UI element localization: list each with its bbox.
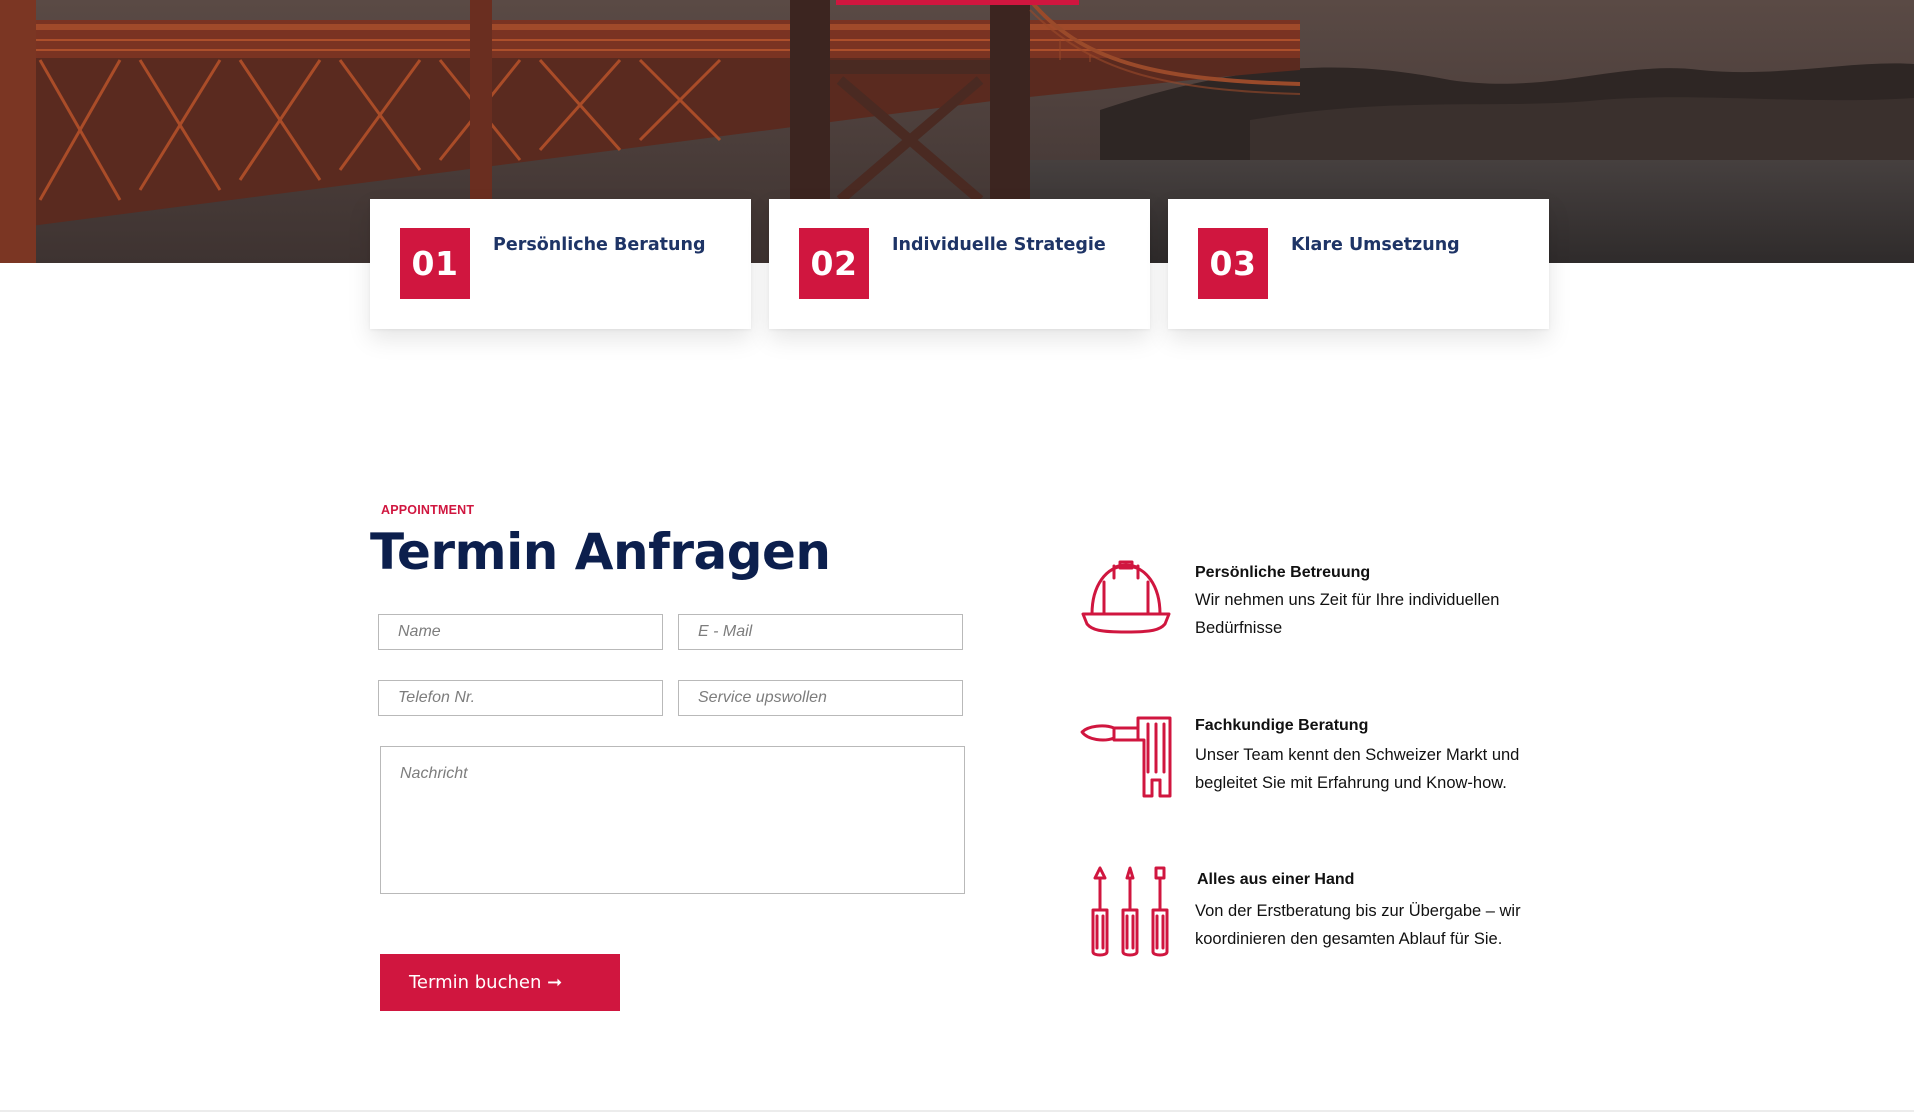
benefit-title: Fachkundige Beratung	[1195, 717, 1369, 734]
feature-card-1: 01 Persönliche Beratung	[370, 199, 751, 329]
feature-card-2: 02 Individuelle Strategie	[769, 199, 1150, 329]
page-title: Termin Anfragen	[370, 523, 831, 581]
name-input[interactable]	[378, 614, 663, 650]
benefit-title: Alles aus einer Hand	[1197, 871, 1355, 888]
feature-title: Persönliche Beratung	[493, 235, 706, 255]
feature-number: 03	[1198, 228, 1268, 299]
benefit-title: Persönliche Betreuung	[1195, 564, 1371, 581]
feature-title: Klare Umsetzung	[1291, 235, 1460, 255]
book-appointment-button[interactable]: Termin buchen ➞	[380, 954, 620, 1011]
screwdrivers-icon	[1091, 866, 1169, 957]
feature-title: Individuelle Strategie	[892, 235, 1106, 255]
phone-input[interactable]	[378, 680, 663, 716]
service-input[interactable]	[678, 680, 963, 716]
benefit-text: Unser Team kennt den Schweizer Markt und…	[1195, 746, 1520, 792]
benefit-text: Von der Erstberatung bis zur Übergabe – …	[1195, 902, 1521, 948]
message-textarea[interactable]	[380, 746, 965, 894]
hard-hat-icon	[1081, 560, 1171, 634]
section-eyebrow: APPOINTMENT	[381, 503, 475, 517]
feature-number: 01	[400, 228, 470, 299]
benefit-text: Wir nehmen uns Zeit für Ihre individuell…	[1195, 591, 1500, 637]
paint-roller-icon	[1080, 716, 1172, 798]
feature-card-3: 03 Klare Umsetzung	[1168, 199, 1549, 329]
feature-number: 02	[799, 228, 869, 299]
hero-button-edge[interactable]	[836, 0, 1079, 5]
email-input[interactable]	[678, 614, 963, 650]
